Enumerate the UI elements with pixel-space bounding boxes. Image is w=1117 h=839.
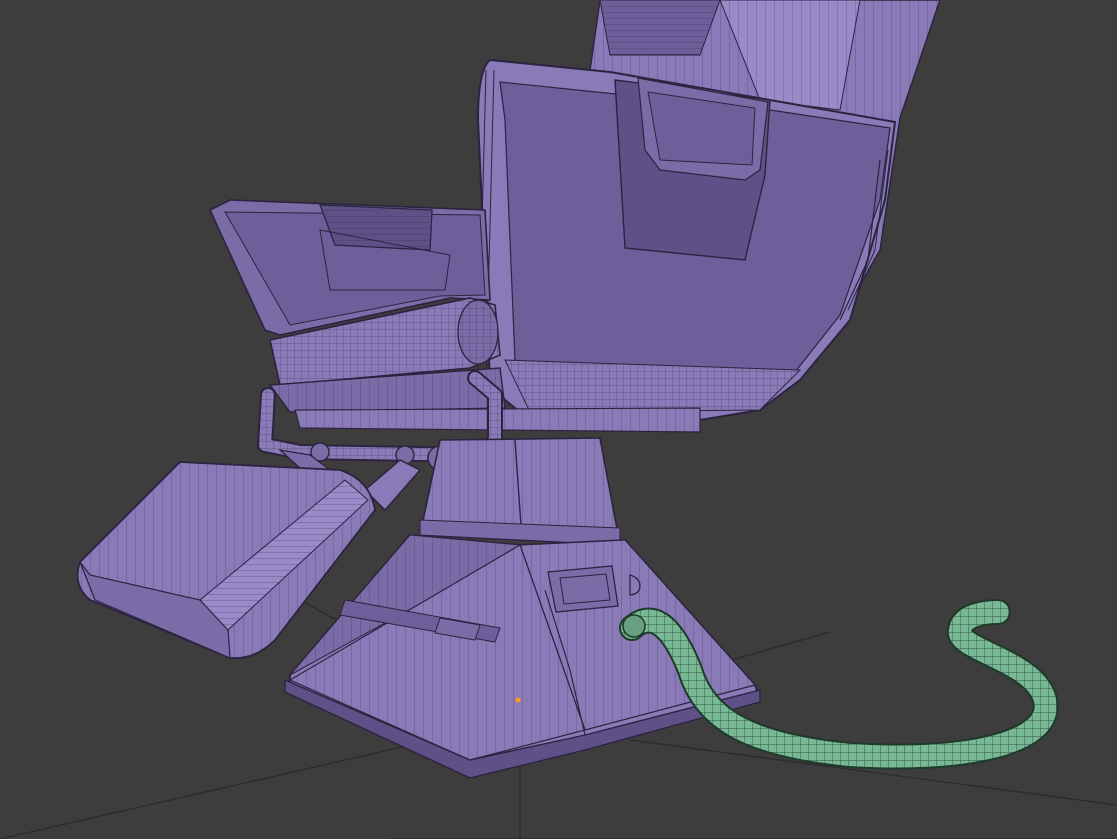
chair-column[interactable]	[419, 437, 621, 546]
chair-seat-shell[interactable]	[476, 58, 897, 421]
viewport-canvas[interactable]	[0, 0, 1117, 839]
3d-viewport[interactable]	[0, 0, 1117, 839]
object-origin-point	[515, 697, 521, 703]
